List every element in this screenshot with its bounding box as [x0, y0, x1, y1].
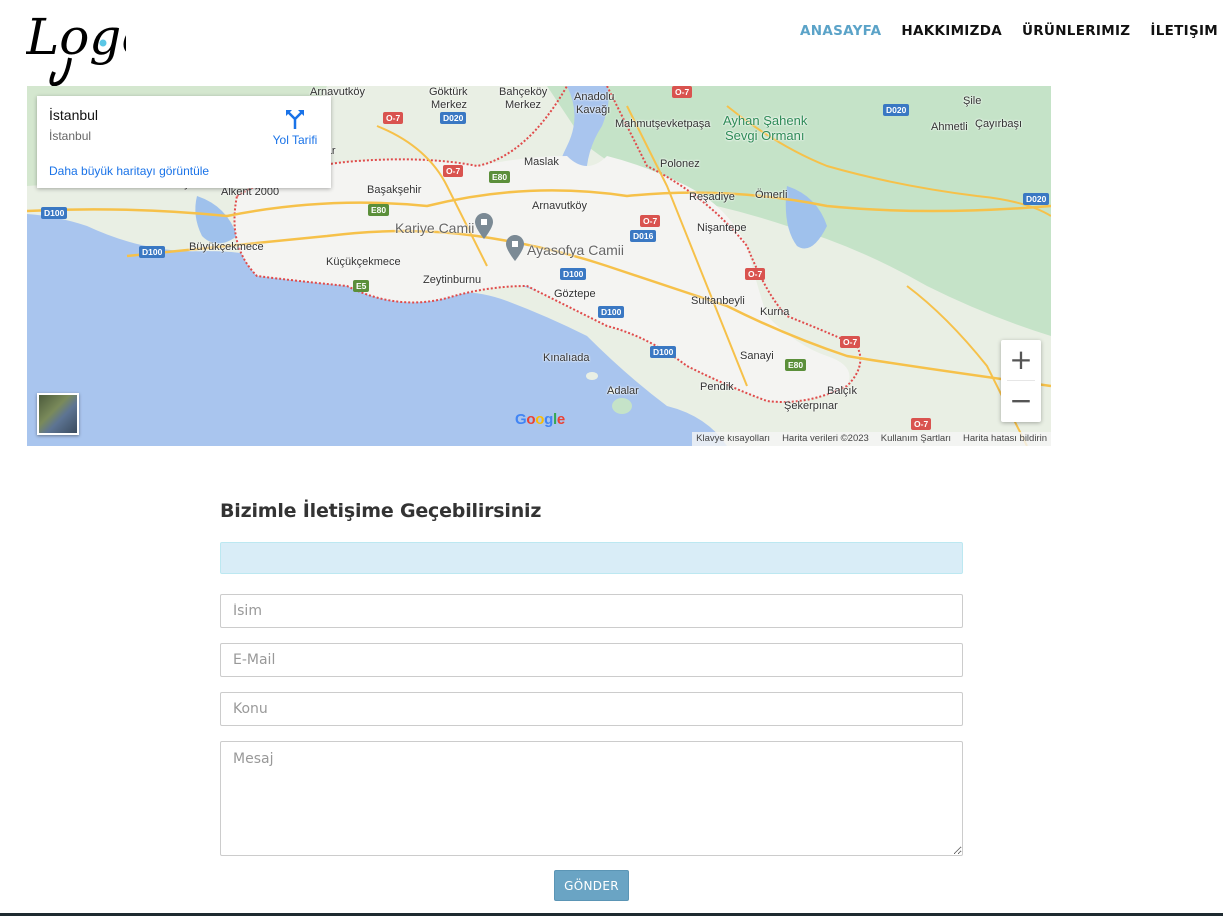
map-label: Merkez: [505, 99, 542, 111]
map-label: Kurna: [760, 306, 790, 318]
map-label: Kariye Camii: [395, 220, 475, 236]
road-shield: E80: [785, 359, 807, 371]
road-shield: D020: [883, 104, 910, 116]
submit-button[interactable]: GÖNDER: [554, 870, 629, 901]
road-shield: D020: [1023, 193, 1050, 205]
map-label: Göktürk: [429, 86, 468, 98]
map-label: Reşadiye: [689, 191, 735, 203]
map-label: Çayırbaşı: [975, 118, 1023, 130]
map-label: Ömerli: [755, 189, 788, 201]
map-label: Şile: [963, 95, 982, 107]
mosque-pin-icon[interactable]: [475, 213, 493, 239]
satellite-toggle[interactable]: [37, 393, 79, 435]
map-label: Büyükçekmece: [189, 241, 264, 253]
map-label: Mahmutşevketpaşa: [615, 118, 711, 130]
road-shield: O-7: [745, 268, 766, 280]
zoom-in-button[interactable]: +: [1001, 340, 1041, 380]
map-label: Arnavutköy: [532, 200, 588, 212]
contact-heading: Bizimle İletişime Geçebilirsiniz: [220, 500, 542, 522]
road-shield: D016: [630, 230, 657, 242]
report-error-link[interactable]: Harita hatası bildirin: [963, 432, 1047, 446]
subject-input[interactable]: [220, 692, 963, 726]
map-attribution: Klavye kısayolları Harita verileri ©2023…: [692, 432, 1051, 446]
map-label: Kavağı: [576, 104, 611, 116]
map-label: Sevgi Ormanı: [725, 128, 805, 143]
message-textarea[interactable]: [220, 741, 963, 856]
road-shield: D100: [41, 207, 68, 219]
terms-link[interactable]: Kullanım Şartları: [881, 432, 951, 446]
directions-icon: [286, 110, 304, 129]
directions-button[interactable]: Yol Tarifi: [265, 108, 325, 147]
map-label: Bahçeköy: [499, 86, 548, 98]
road-shield: O-7: [383, 112, 404, 124]
keyboard-shortcuts-link[interactable]: Klavye kısayolları: [696, 432, 770, 446]
mosque-pin-icon[interactable]: [506, 235, 524, 261]
embedded-map[interactable]: Arnavutköy Göktürk Merkez Bahçeköy Merke…: [27, 86, 1051, 446]
map-label: Küçükçekmece: [326, 256, 401, 268]
map-label: Ayasofya Camii: [527, 242, 625, 258]
map-label: Şekerpınar: [784, 400, 838, 412]
map-label: Sultanbeyli: [691, 295, 745, 307]
logo-dot: [99, 39, 107, 47]
road-shield: D100: [560, 268, 587, 280]
road-shield: D020: [440, 112, 467, 124]
map-label: Maslak: [524, 156, 559, 168]
email-input[interactable]: [220, 643, 963, 677]
map-label: Sanayi: [740, 350, 774, 362]
map-label: Merkez: [431, 99, 468, 111]
map-label: Nişantepe: [697, 222, 747, 234]
map-label: Balçık: [827, 385, 857, 397]
road-shield: O-7: [840, 336, 861, 348]
map-label: Ahmetli: [931, 121, 968, 133]
road-shield: O-7: [640, 215, 661, 227]
place-info-card: İstanbul İstanbul Daha büyük haritayı gö…: [37, 96, 331, 188]
contact-section: Bizimle İletişime Geçebilirsiniz GÖNDER: [220, 500, 963, 901]
name-input[interactable]: [220, 594, 963, 628]
map-label: Anadolu: [574, 91, 615, 103]
zoom-out-button[interactable]: −: [1001, 381, 1041, 421]
road-shield: D100: [139, 246, 166, 258]
google-logo: Google: [515, 411, 565, 428]
nav-item-iletisim[interactable]: İLETIŞIM: [1140, 23, 1223, 39]
map-label: Göztepe: [554, 288, 596, 300]
map-data-text: Harita verileri ©2023: [782, 433, 869, 444]
road-shield: E80: [368, 204, 390, 216]
road-shield: D100: [598, 306, 625, 318]
nav-item-urunlerimiz[interactable]: ÜRÜNLERIMIZ: [1012, 23, 1140, 39]
map-label: Adalar: [607, 385, 639, 397]
map-label: Polonez: [660, 158, 700, 170]
place-subtitle: İstanbul: [49, 129, 92, 143]
zoom-controls: + −: [1001, 340, 1041, 422]
map-label: Ayhan Şahenk: [723, 113, 808, 128]
form-alert-box: [220, 542, 963, 574]
nav-item-anasayfa[interactable]: ANASAYFA: [790, 23, 891, 39]
road-shield: O-7: [911, 418, 932, 430]
map-label: Başakşehir: [367, 184, 422, 196]
map-label: Pendik: [700, 381, 734, 393]
logo-text: Logo: [26, 8, 126, 66]
road-shield: E5: [353, 280, 370, 292]
main-nav: ANASAYFA HAKKIMIZDA ÜRÜNLERIMIZ İLETIŞIM: [790, 23, 1223, 39]
map-label: Zeytinburnu: [423, 274, 482, 286]
road-shield: D100: [650, 346, 677, 358]
map-label: Kınalıada: [543, 352, 590, 364]
road-shield: O-7: [443, 165, 464, 177]
directions-label: Yol Tarifi: [272, 133, 318, 147]
larger-map-link[interactable]: Daha büyük haritayı görüntüle: [49, 164, 209, 178]
nav-item-hakkimizda[interactable]: HAKKIMIZDA: [891, 23, 1012, 39]
road-shield: O-7: [672, 86, 693, 98]
place-title: İstanbul: [49, 107, 99, 123]
site-logo[interactable]: Logo: [25, 2, 151, 88]
road-shield: E80: [489, 171, 511, 183]
